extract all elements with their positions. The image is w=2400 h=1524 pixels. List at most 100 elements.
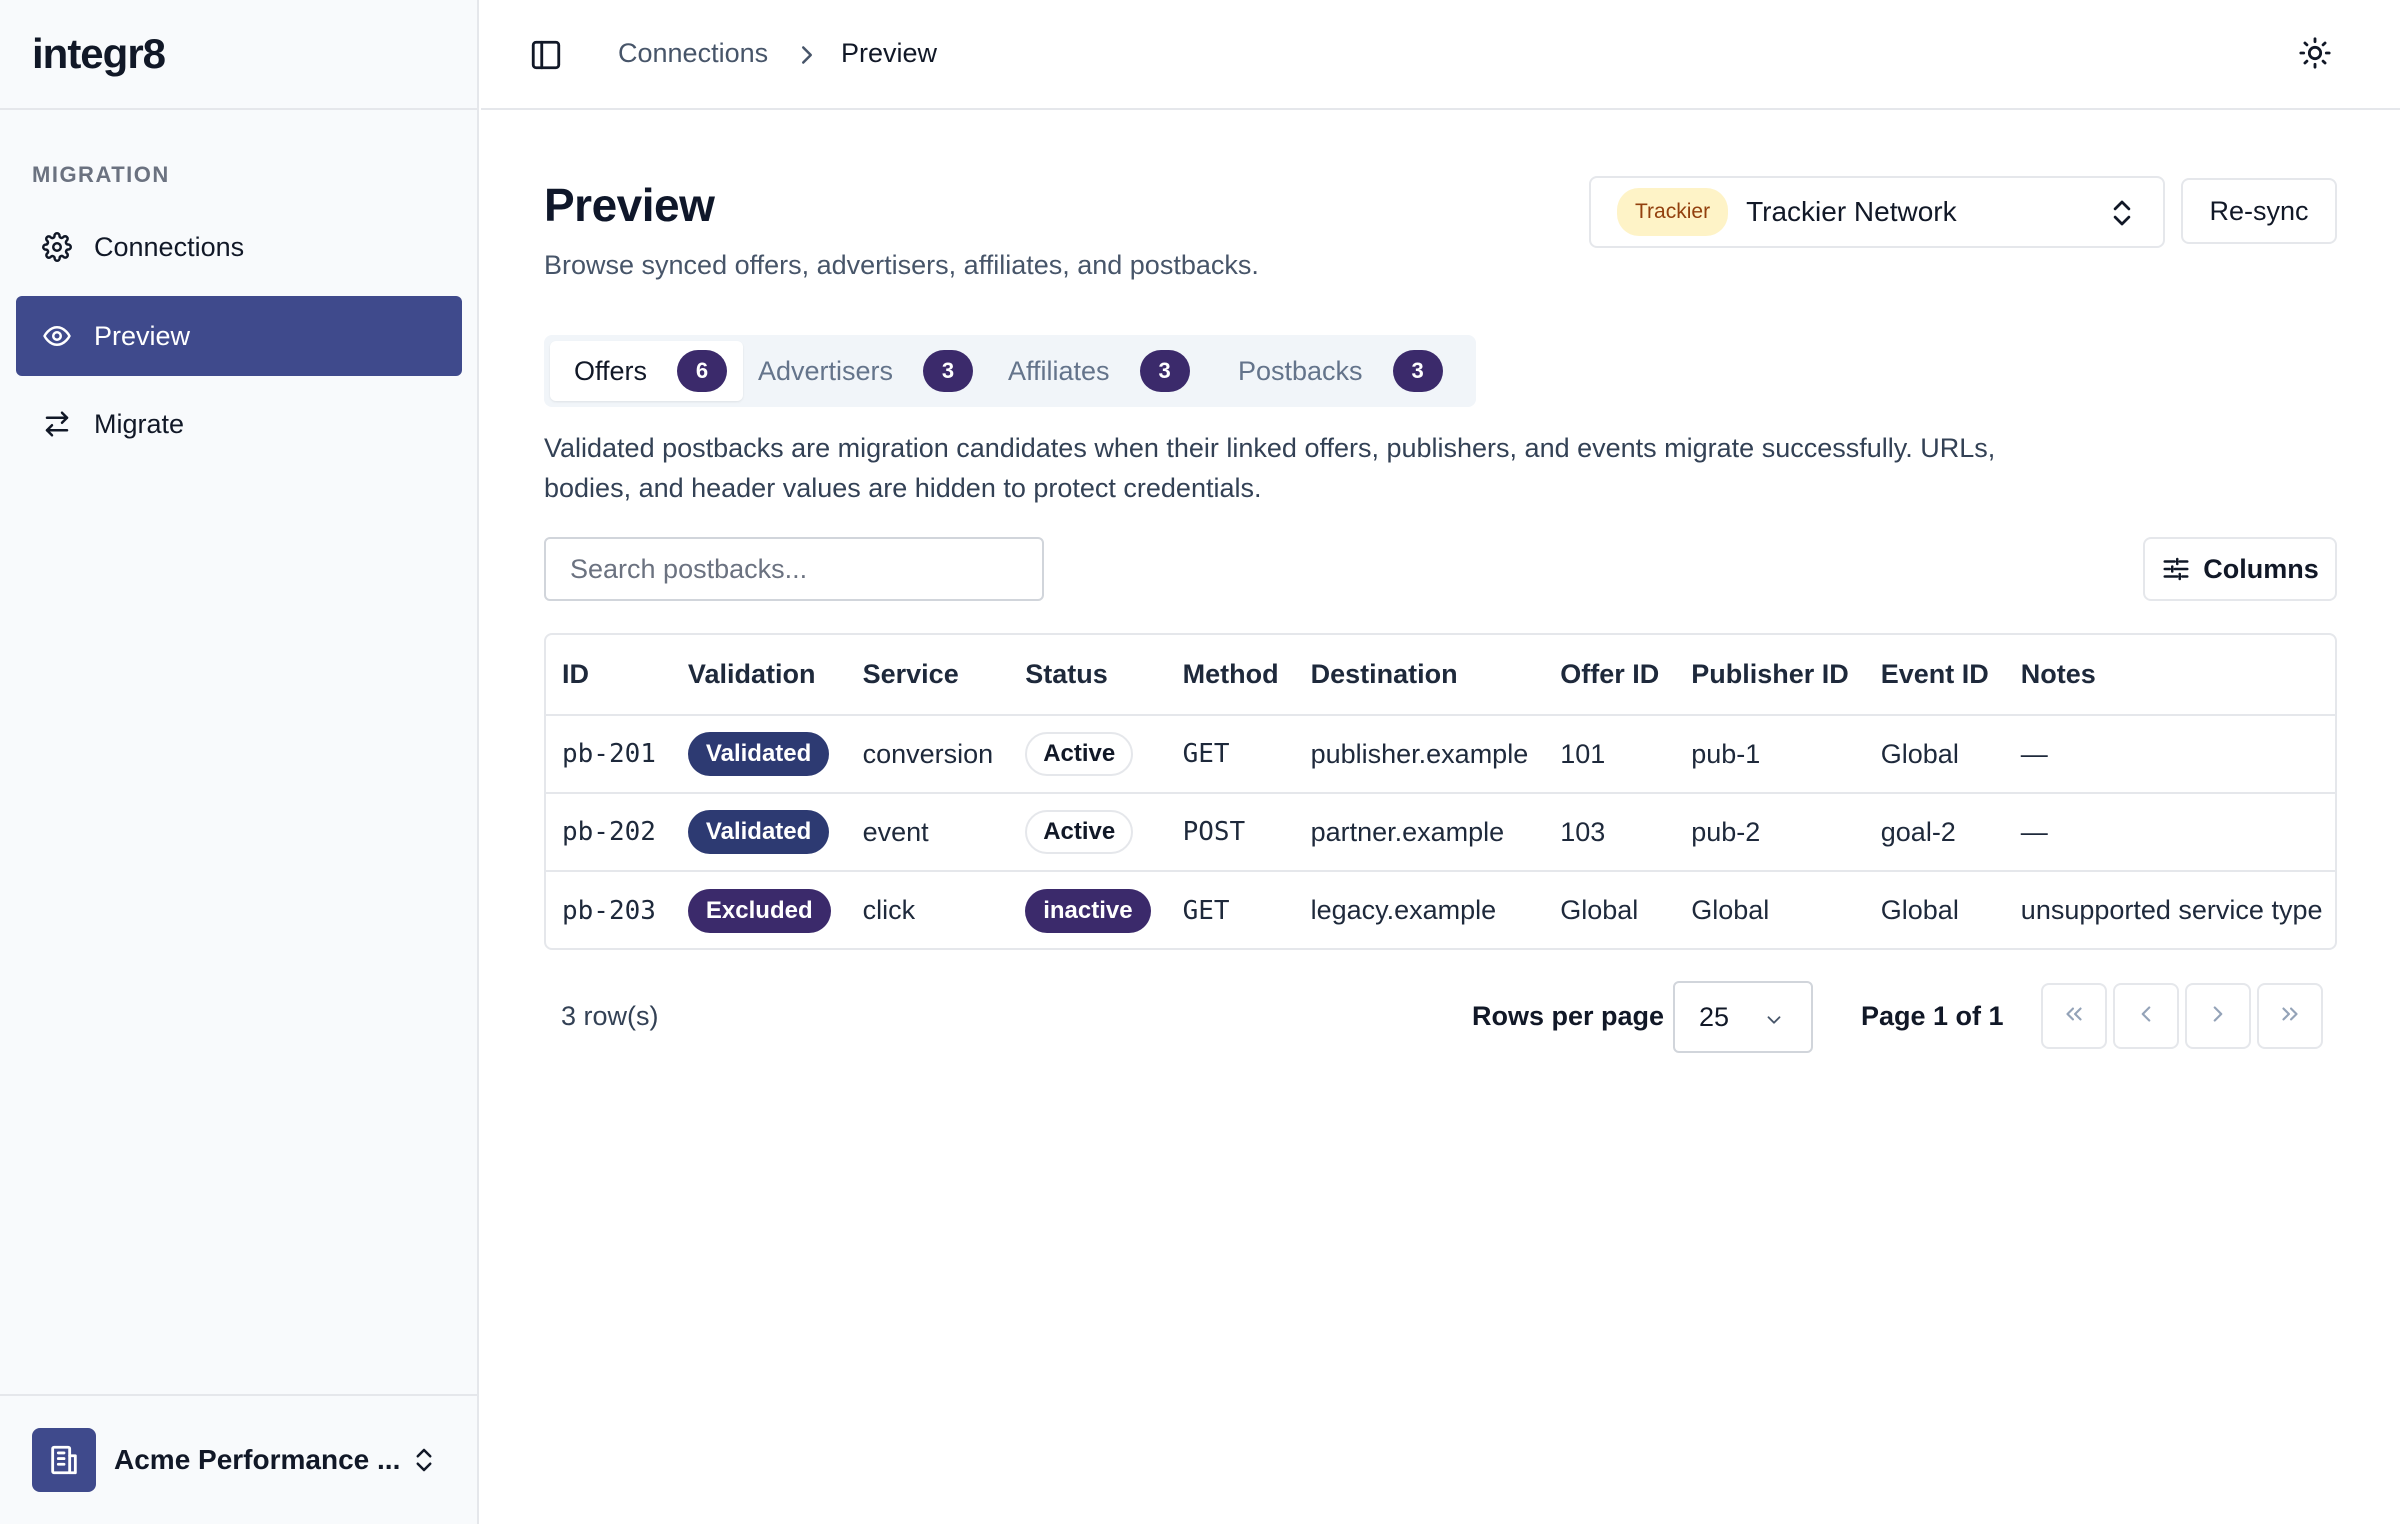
cell-publisher-id: Global <box>1691 895 1770 925</box>
cell-offer-id: 103 <box>1544 793 1676 872</box>
column-header-service[interactable]: Service <box>846 635 1010 716</box>
topbar: Connections Preview <box>481 0 2400 110</box>
gear-icon <box>40 230 74 264</box>
breadcrumb-preview: Preview <box>841 38 938 68</box>
cell-id: pb-203 <box>562 895 656 926</box>
chevrons-up-down-icon <box>2111 196 2135 232</box>
cell-offer-id: 101 <box>1544 715 1676 794</box>
search-input[interactable] <box>544 537 1044 601</box>
connection-select[interactable]: Trackier Trackier Network <box>1589 176 2165 248</box>
chevrons-right-icon <box>2277 1001 2303 1032</box>
sidebar-toggle-icon[interactable] <box>529 38 565 74</box>
sidebar-item-label: Migrate <box>94 408 185 439</box>
tab-count-badge: 3 <box>1392 350 1443 392</box>
validation-badge: Excluded <box>687 888 831 933</box>
page-indicator: Page 1 of 1 <box>1861 1001 2004 1031</box>
brand-logo[interactable]: integr8 <box>0 0 477 110</box>
sidebar-item-label: Connections <box>94 231 245 262</box>
cell-notes: unsupported service type <box>2020 895 2323 925</box>
org-name: Acme Performance ... <box>114 1444 401 1475</box>
tab-label: Postbacks <box>1238 355 1363 386</box>
tab-label: Advertisers <box>758 355 894 386</box>
tab-offers[interactable]: Offers 6 <box>550 341 744 401</box>
sidebar-item-label: Preview <box>94 320 191 351</box>
cell-validation: Excluded <box>672 871 847 948</box>
rows-per-page-value: 25 <box>1699 1001 1730 1032</box>
cell-method: POST <box>1166 793 1295 872</box>
chevron-right-icon <box>796 40 820 70</box>
sidebar: integr8 MIGRATION Connections Preview Mi… <box>0 0 479 1524</box>
status-badge: Active <box>1025 732 1134 776</box>
org-switcher[interactable]: Acme Performance ... <box>0 1394 477 1524</box>
cell-destination: publisher.example <box>1294 715 1545 794</box>
chevrons-left-icon <box>2061 1001 2087 1032</box>
previous-page-button[interactable] <box>2113 983 2179 1049</box>
sidebar-item-migrate[interactable]: Migrate <box>16 384 462 464</box>
sidebar-item-connections[interactable]: Connections <box>16 207 462 287</box>
sun-icon[interactable] <box>2298 36 2336 74</box>
entity-tabs: Offers 6 Advertisers 3 Affiliates 3 Post… <box>544 335 1476 407</box>
status-badge: inactive <box>1025 888 1151 933</box>
column-header-notes[interactable]: Notes <box>2004 635 2335 716</box>
sidebar-item-preview[interactable]: Preview <box>16 296 462 376</box>
rows-per-page-select[interactable]: 25 <box>1673 981 1813 1053</box>
columns-button[interactable]: Columns <box>2143 537 2337 601</box>
cell-publisher-id: pub-1 <box>1675 715 1865 794</box>
cell-service: click <box>862 895 916 925</box>
chevrons-up-down-icon <box>409 1440 439 1480</box>
cell-event-id: goal-2 <box>1864 793 2005 872</box>
cell-destination: partner.example <box>1294 793 1545 872</box>
column-header-status[interactable]: Status <box>1009 635 1167 716</box>
sliders-icon <box>2161 554 2191 584</box>
nav-section-label: MIGRATION <box>32 162 170 187</box>
cell-id: pb-202 <box>546 793 672 872</box>
table-row[interactable]: pb-202 Validated event Active POST partn… <box>546 793 2335 872</box>
tab-count-badge: 3 <box>923 350 974 392</box>
chevron-left-icon <box>2133 1001 2159 1032</box>
cell-id: pb-201 <box>546 715 672 794</box>
column-header-publisher-id[interactable]: Publisher ID <box>1675 635 1865 716</box>
column-header-destination[interactable]: Destination <box>1294 635 1545 716</box>
column-header-id[interactable]: ID <box>546 635 672 716</box>
validation-badge: Validated <box>687 732 830 776</box>
tab-label: Affiliates <box>1008 355 1110 386</box>
tab-affiliates[interactable]: Affiliates 3 <box>984 341 1206 401</box>
resync-button[interactable]: Re-sync <box>2181 178 2337 244</box>
postback-info-note: Validated postbacks are migration candid… <box>544 433 1996 503</box>
status-badge: Active <box>1025 810 1134 854</box>
provider-badge: Trackier <box>1617 188 1729 236</box>
cell-service: event <box>846 793 1010 872</box>
cell-event-id: Global <box>1864 715 2005 794</box>
column-header-event-id[interactable]: Event ID <box>1864 635 2005 716</box>
cell-method: GET <box>1166 715 1295 794</box>
last-page-button[interactable] <box>2257 983 2323 1049</box>
column-header-method[interactable]: Method <box>1166 635 1295 716</box>
first-page-button[interactable] <box>2041 983 2107 1049</box>
postbacks-table: ID Validation Service Status Method Dest… <box>544 633 2337 950</box>
breadcrumb-connections[interactable]: Connections <box>618 38 768 69</box>
page-subtitle: Browse synced offers, advertisers, affil… <box>544 250 1259 280</box>
cell-event-id: Global <box>1880 895 1959 925</box>
row-count: 3 row(s) <box>561 1001 659 1031</box>
eye-icon <box>40 319 74 353</box>
tab-advertisers[interactable]: Advertisers 3 <box>734 341 989 401</box>
chevron-down-icon <box>1763 1007 1785 1029</box>
tab-postbacks[interactable]: Postbacks 3 <box>1214 341 1459 401</box>
table-header-row: ID Validation Service Status Method Dest… <box>546 635 2335 716</box>
cell-status: Active <box>1009 715 1167 794</box>
column-header-offer-id[interactable]: Offer ID <box>1544 635 1676 716</box>
cell-notes: — <box>2004 793 2335 872</box>
next-page-button[interactable] <box>2185 983 2251 1049</box>
cell-status: inactive <box>1009 871 1166 948</box>
table-row[interactable]: pb-203 Excluded click inactive GET legac… <box>546 871 2335 948</box>
cell-method: GET <box>1182 895 1230 926</box>
cell-notes: — <box>2004 715 2335 794</box>
cell-status: Active <box>1009 793 1167 872</box>
cell-offer-id: Global <box>1560 895 1639 925</box>
column-header-validation[interactable]: Validation <box>671 635 847 716</box>
arrows-swap-icon <box>40 407 74 441</box>
cell-validation: Validated <box>671 793 847 872</box>
cell-validation: Validated <box>671 715 847 794</box>
columns-label: Columns <box>2203 553 2319 584</box>
table-row[interactable]: pb-201 Validated conversion Active GET p… <box>546 715 2335 794</box>
